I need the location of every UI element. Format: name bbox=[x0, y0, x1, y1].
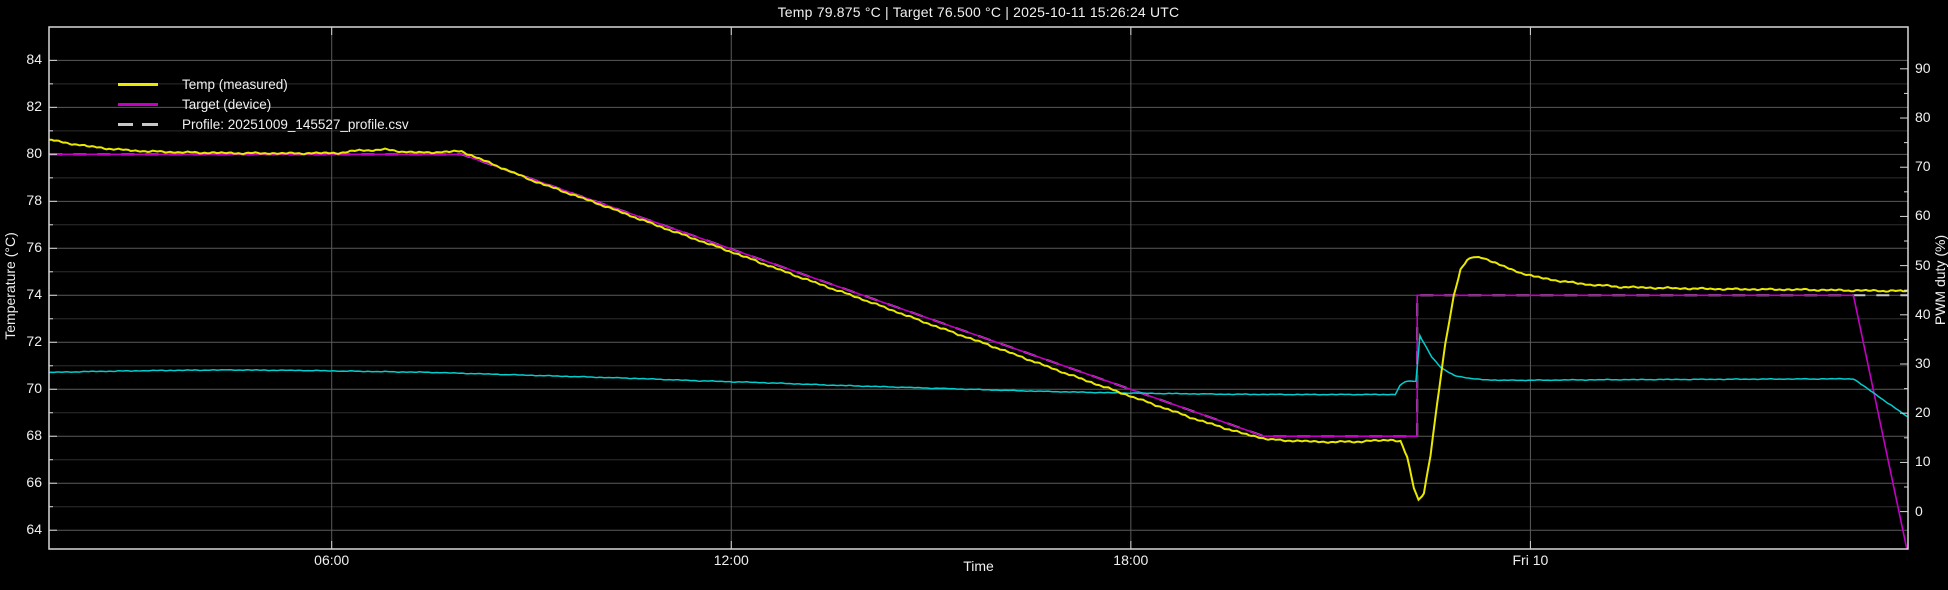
y-tick-label-right: 80 bbox=[1915, 109, 1931, 125]
legend-item-profile: Profile: 20251009_145527_profile.csv bbox=[118, 114, 409, 134]
y-tick-label-left: 64 bbox=[0, 521, 42, 537]
y-tick-label-right: 30 bbox=[1915, 355, 1931, 371]
y-tick-label-right: 70 bbox=[1915, 158, 1931, 174]
series-pwm bbox=[49, 336, 1908, 417]
x-tick-label: Fri 10 bbox=[1485, 552, 1575, 568]
series-temp bbox=[49, 140, 1908, 500]
y-tick-label-right: 50 bbox=[1915, 257, 1931, 273]
y-tick-label-left: 70 bbox=[0, 380, 42, 396]
y-tick-label-right: 40 bbox=[1915, 306, 1931, 322]
chart-window: Temp 79.875 °C | Target 76.500 °C | 2025… bbox=[0, 0, 1948, 590]
x-tick-label: 06:00 bbox=[287, 552, 377, 568]
y-tick-label-right: 0 bbox=[1915, 503, 1923, 519]
y-tick-label-right: 10 bbox=[1915, 453, 1931, 469]
y-tick-label-left: 76 bbox=[0, 239, 42, 255]
y-tick-label-left: 72 bbox=[0, 333, 42, 349]
legend-label: Temp (measured) bbox=[182, 77, 288, 92]
y-tick-label-left: 80 bbox=[0, 145, 42, 161]
legend-label: Target (device) bbox=[182, 97, 271, 112]
y-tick-label-right: 20 bbox=[1915, 404, 1931, 420]
legend-label: Profile: 20251009_145527_profile.csv bbox=[182, 117, 409, 132]
x-tick-label: 12:00 bbox=[686, 552, 776, 568]
legend-item-temp: Temp (measured) bbox=[118, 74, 409, 94]
y-tick-label-left: 84 bbox=[0, 51, 42, 67]
profile-line-sample-icon bbox=[118, 123, 158, 126]
temp-line-sample-icon bbox=[118, 83, 158, 86]
legend-item-target: Target (device) bbox=[118, 94, 409, 114]
target-line-sample-icon bbox=[118, 103, 158, 106]
y-tick-label-right: 60 bbox=[1915, 207, 1931, 223]
right-axis-title: PWM duty (%) bbox=[1932, 130, 1948, 430]
x-tick-label: 18:00 bbox=[1086, 552, 1176, 568]
y-tick-label-right: 90 bbox=[1915, 60, 1931, 76]
y-tick-label-left: 66 bbox=[0, 474, 42, 490]
y-tick-label-left: 68 bbox=[0, 427, 42, 443]
legend: Temp (measured) Target (device) Profile:… bbox=[118, 74, 409, 134]
y-tick-label-left: 74 bbox=[0, 286, 42, 302]
y-tick-label-left: 82 bbox=[0, 98, 42, 114]
y-tick-label-left: 78 bbox=[0, 192, 42, 208]
series-target bbox=[49, 154, 1907, 551]
